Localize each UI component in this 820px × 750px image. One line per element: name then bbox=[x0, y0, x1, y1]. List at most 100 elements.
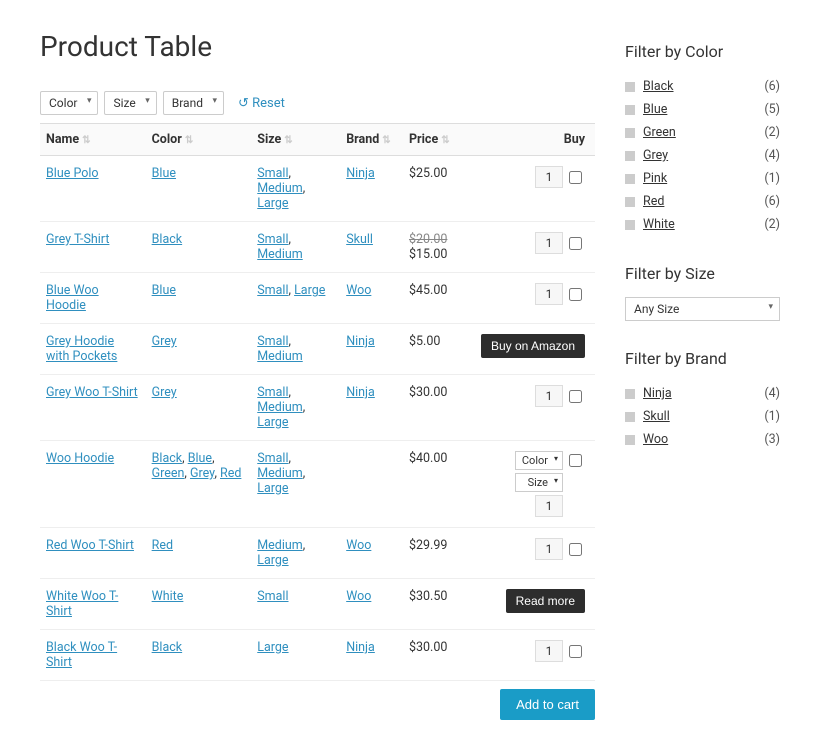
filter-select-brand[interactable]: Brand bbox=[163, 91, 224, 115]
size-link[interactable]: Small bbox=[257, 232, 288, 247]
read-more-button[interactable]: Read more bbox=[506, 589, 585, 613]
color-link[interactable]: Grey bbox=[190, 466, 214, 481]
col-color[interactable]: Color⇅ bbox=[146, 124, 252, 156]
size-dropdown[interactable]: Any Size bbox=[625, 297, 780, 321]
quantity-stepper[interactable]: 1 bbox=[535, 495, 563, 517]
col-name[interactable]: Name⇅ bbox=[40, 124, 146, 156]
col-brand[interactable]: Brand⇅ bbox=[340, 124, 403, 156]
color-link[interactable]: Blue bbox=[152, 166, 176, 181]
size-link[interactable]: Large bbox=[257, 415, 288, 430]
size-link[interactable]: Small bbox=[257, 385, 288, 400]
size-link[interactable]: Small bbox=[257, 283, 288, 298]
brand-link[interactable]: Skull bbox=[346, 232, 373, 247]
buy-amazon-button[interactable]: Buy on Amazon bbox=[481, 334, 585, 358]
color-filter-link[interactable]: Blue bbox=[643, 102, 764, 117]
quantity-stepper[interactable]: 1 bbox=[535, 166, 563, 188]
color-filter-link[interactable]: White bbox=[643, 217, 764, 232]
filter-select-color[interactable]: Color bbox=[40, 91, 98, 115]
sort-icon: ⇅ bbox=[82, 135, 90, 146]
product-link[interactable]: Grey Hoodie with Pockets bbox=[46, 334, 117, 364]
brand-link[interactable]: Woo bbox=[346, 283, 371, 298]
quantity-stepper[interactable]: 1 bbox=[535, 283, 563, 305]
brand-link[interactable]: Ninja bbox=[346, 640, 375, 655]
size-link[interactable]: Small bbox=[257, 451, 288, 466]
select-checkbox[interactable] bbox=[569, 645, 582, 658]
size-link[interactable]: Medium bbox=[257, 466, 302, 481]
filter-select-size[interactable]: Size bbox=[104, 91, 156, 115]
brand-link[interactable]: Ninja bbox=[346, 334, 375, 349]
color-filter-link[interactable]: Grey bbox=[643, 148, 764, 163]
color-filter-link[interactable]: Red bbox=[643, 194, 764, 209]
color-link[interactable]: Grey bbox=[152, 334, 177, 349]
quantity-stepper[interactable]: 1 bbox=[535, 232, 563, 254]
color-link[interactable]: White bbox=[152, 589, 184, 604]
count: (6) bbox=[764, 194, 780, 209]
size-link[interactable]: Medium bbox=[257, 538, 302, 553]
col-price[interactable]: Price⇅ bbox=[403, 124, 461, 156]
price: $29.99 bbox=[409, 538, 455, 553]
brand-filter-link[interactable]: Skull bbox=[643, 409, 764, 424]
quantity-stepper[interactable]: 1 bbox=[535, 385, 563, 407]
size-link[interactable]: Medium bbox=[257, 349, 302, 364]
product-link[interactable]: Grey T-Shirt bbox=[46, 232, 109, 247]
size-link[interactable]: Large bbox=[257, 553, 288, 568]
price: $45.00 bbox=[409, 283, 455, 298]
table-row: Black Woo T-Shirt Black Large Ninja $30.00 1 bbox=[40, 630, 595, 681]
color-link[interactable]: Red bbox=[220, 466, 241, 481]
product-link[interactable]: Black Woo T-Shirt bbox=[46, 640, 117, 670]
product-link[interactable]: Woo Hoodie bbox=[46, 451, 114, 466]
quantity-stepper[interactable]: 1 bbox=[535, 640, 563, 662]
color-link[interactable]: Red bbox=[152, 538, 173, 553]
size-link[interactable]: Medium bbox=[257, 247, 302, 262]
product-link[interactable]: Grey Woo T-Shirt bbox=[46, 385, 138, 400]
size-link[interactable]: Large bbox=[257, 481, 288, 496]
brand-link[interactable]: Ninja bbox=[346, 385, 375, 400]
product-link[interactable]: Red Woo T-Shirt bbox=[46, 538, 134, 553]
add-to-cart-button[interactable]: Add to cart bbox=[500, 689, 595, 720]
color-filter-link[interactable]: Black bbox=[643, 79, 764, 94]
table-row: Blue PoloBlueSmall, Medium, LargeNinja$2… bbox=[40, 156, 595, 222]
size-link[interactable]: Small bbox=[257, 589, 288, 604]
select-checkbox[interactable] bbox=[569, 454, 582, 467]
select-checkbox[interactable] bbox=[569, 543, 582, 556]
size-link[interactable]: Large bbox=[257, 196, 288, 211]
select-checkbox[interactable] bbox=[569, 171, 582, 184]
brand-filter-link[interactable]: Ninja bbox=[643, 386, 764, 401]
size-link[interactable]: Small bbox=[257, 334, 288, 349]
color-link[interactable]: Black bbox=[152, 451, 183, 466]
brand-link[interactable]: Woo bbox=[346, 538, 371, 553]
size-link[interactable]: Large bbox=[257, 640, 288, 655]
select-checkbox[interactable] bbox=[569, 390, 582, 403]
col-size[interactable]: Size⇅ bbox=[251, 124, 340, 156]
count: (1) bbox=[764, 171, 780, 186]
brand-link[interactable]: Ninja bbox=[346, 166, 375, 181]
filter-item: Woo(3) bbox=[625, 428, 780, 451]
size-link[interactable]: Small bbox=[257, 166, 288, 181]
variation-color-select[interactable]: Color bbox=[515, 451, 563, 470]
brand-filter-link[interactable]: Woo bbox=[643, 432, 764, 447]
filter-item: Black(6) bbox=[625, 75, 780, 98]
color-filter-link[interactable]: Green bbox=[643, 125, 764, 140]
filter-item: Red(6) bbox=[625, 190, 780, 213]
widget-title: Filter by Brand bbox=[625, 349, 780, 368]
color-filter-link[interactable]: Pink bbox=[643, 171, 764, 186]
color-link[interactable]: Black bbox=[152, 232, 183, 247]
product-link[interactable]: Blue Polo bbox=[46, 166, 99, 181]
size-link[interactable]: Medium bbox=[257, 181, 302, 196]
color-link[interactable]: Black bbox=[152, 640, 183, 655]
variation-size-select[interactable]: Size bbox=[515, 473, 563, 492]
reset-link[interactable]: Reset bbox=[238, 96, 285, 111]
brand-link[interactable]: Woo bbox=[346, 589, 371, 604]
price: $25.00 bbox=[409, 166, 455, 181]
color-link[interactable]: Green bbox=[152, 466, 185, 481]
color-link[interactable]: Blue bbox=[188, 451, 212, 466]
size-link[interactable]: Large bbox=[294, 283, 325, 298]
color-link[interactable]: Blue bbox=[152, 283, 176, 298]
select-checkbox[interactable] bbox=[569, 288, 582, 301]
product-link[interactable]: Blue Woo Hoodie bbox=[46, 283, 99, 313]
color-link[interactable]: Grey bbox=[152, 385, 177, 400]
price: $30.00 bbox=[409, 640, 455, 655]
size-link[interactable]: Medium bbox=[257, 400, 302, 415]
quantity-stepper[interactable]: 1 bbox=[535, 538, 563, 560]
select-checkbox[interactable] bbox=[569, 237, 582, 250]
